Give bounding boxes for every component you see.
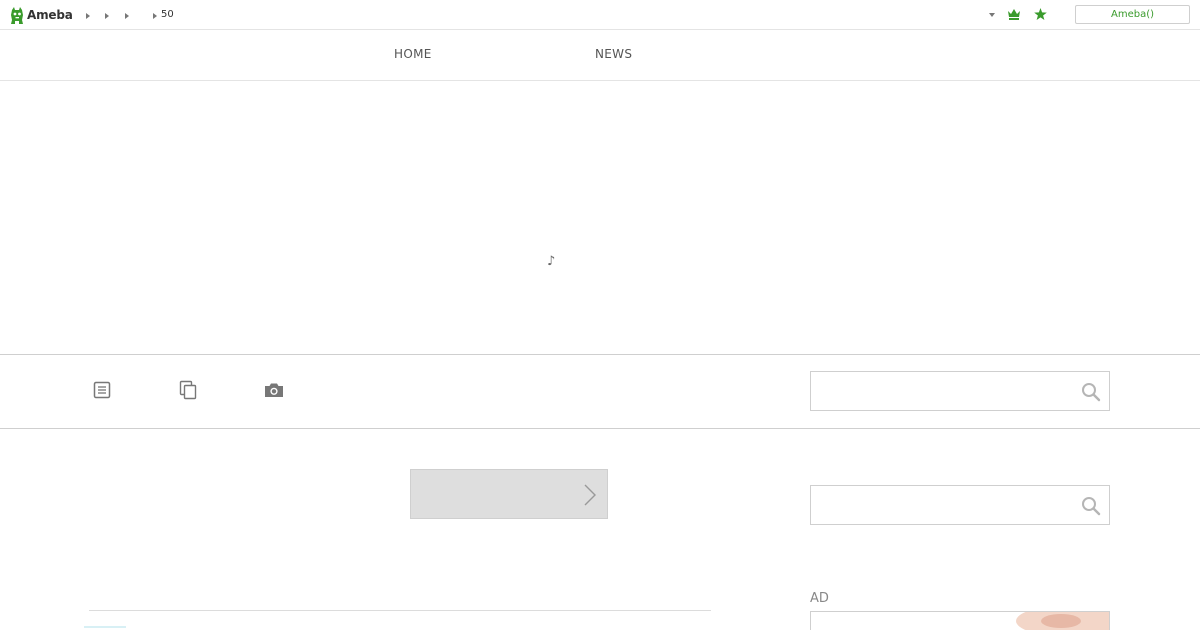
- blog-header: ♪: [0, 81, 1200, 355]
- logo-text: Ameba: [27, 8, 73, 22]
- ad-image-detail: [1041, 614, 1081, 628]
- more-button[interactable]: [410, 469, 608, 519]
- ameba-logo[interactable]: Ameba: [10, 6, 73, 24]
- blog-search-input[interactable]: [811, 372, 1071, 410]
- camera-icon[interactable]: [264, 380, 284, 400]
- ameba-login-button[interactable]: Ameba(): [1075, 5, 1190, 24]
- search-icon[interactable]: [1081, 382, 1101, 402]
- nav-home-link[interactable]: HOME: [394, 47, 432, 61]
- sidebar-search-box: [810, 485, 1110, 525]
- ad-banner[interactable]: [810, 611, 1110, 630]
- star-icon[interactable]: [1034, 8, 1047, 21]
- sidebar-search-input[interactable]: [811, 486, 1071, 524]
- blog-search-box: [810, 371, 1110, 411]
- music-note-icon: ♪: [547, 254, 556, 269]
- ad-label: AD: [810, 591, 829, 606]
- content-divider: [89, 610, 711, 611]
- breadcrumb-arrow-icon[interactable]: [105, 13, 109, 19]
- copy-pages-icon[interactable]: [178, 380, 198, 400]
- global-nav: HOME NEWS: [0, 30, 1200, 81]
- breadcrumb-arrow-icon[interactable]: [153, 13, 157, 19]
- nav-news-link[interactable]: NEWS: [595, 47, 632, 61]
- search-icon[interactable]: [1081, 496, 1101, 516]
- faint-link[interactable]: [84, 621, 126, 629]
- blog-toolbar: [0, 355, 1200, 429]
- breadcrumb-count[interactable]: 50: [161, 9, 174, 20]
- breadcrumb-arrow-icon[interactable]: [86, 13, 90, 19]
- crown-icon[interactable]: [1008, 9, 1020, 20]
- dropdown-caret-icon[interactable]: [989, 13, 995, 17]
- breadcrumb-arrow-icon[interactable]: [125, 13, 129, 19]
- document-icon[interactable]: [92, 380, 112, 400]
- top-bar: Ameba 50 Ameba(): [0, 0, 1200, 30]
- ameba-mascot-icon: [11, 6, 23, 24]
- chevron-right-icon: [584, 484, 596, 506]
